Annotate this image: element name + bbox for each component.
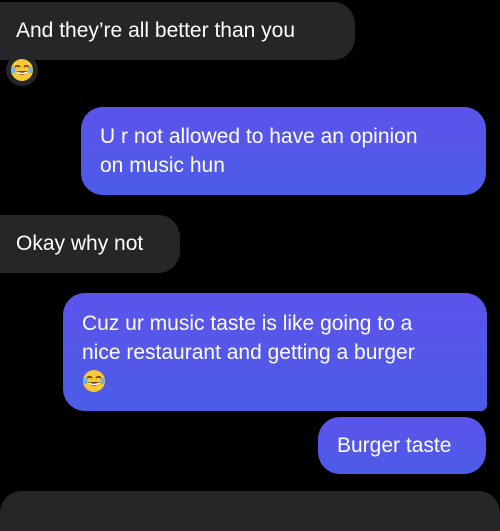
outgoing-message-bubble[interactable]: Burger taste [318, 417, 486, 474]
message-text: U r not allowed to have an opinion [100, 125, 418, 148]
outgoing-message-bubble[interactable]: Cuz ur music taste is like going to a ni… [63, 293, 487, 411]
outgoing-message-bubble[interactable]: U r not allowed to have an opinion on mu… [81, 107, 486, 195]
reaction-badge[interactable] [6, 54, 38, 86]
message-text: Burger taste [337, 434, 452, 457]
message-text: And they’re all better than you [16, 19, 296, 42]
message-text: Cuz ur music taste is like going to a [82, 312, 413, 335]
incoming-message-bubble[interactable]: And they’re all better than you [0, 2, 355, 60]
message-text: Okay why not [16, 232, 144, 255]
incoming-message-bubble[interactable] [0, 491, 500, 531]
face-with-tears-of-joy-icon [83, 370, 105, 392]
message-text: on music hun [100, 154, 225, 177]
message-thread: And they’re all better than you U r not … [0, 0, 500, 531]
incoming-message-bubble[interactable]: Okay why not [0, 215, 180, 273]
message-text: nice restaurant and getting a burger [82, 341, 415, 364]
face-with-tears-of-joy-icon [11, 59, 33, 81]
